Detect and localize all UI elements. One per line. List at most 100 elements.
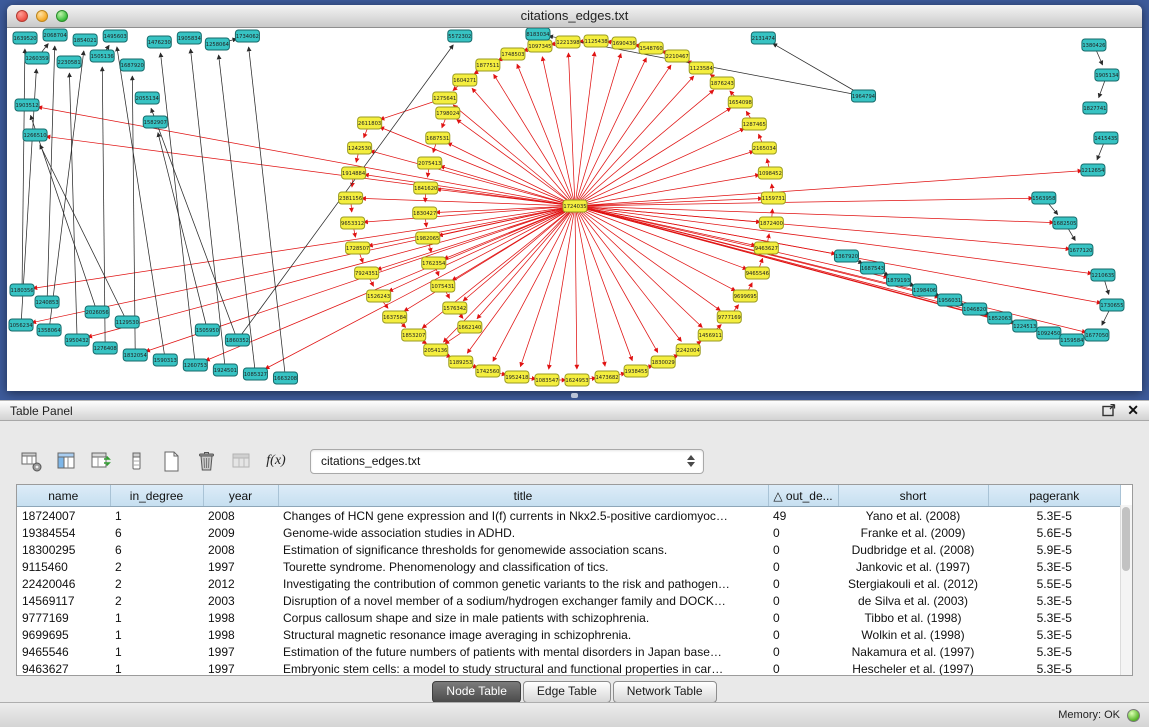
function-builder-button[interactable]: f(x)	[263, 448, 289, 474]
table-cell[interactable]: 0	[768, 609, 838, 626]
table-cell[interactable]: 6	[110, 541, 203, 558]
table-selector[interactable]: citations_edges.txt	[310, 449, 704, 474]
table-row[interactable]: 946554611997Estimation of the future num…	[17, 643, 1121, 660]
table-cell[interactable]: 5.3E-5	[988, 507, 1121, 525]
split-divider-handle[interactable]	[571, 393, 578, 398]
delete-table-button[interactable]	[193, 448, 219, 474]
table-cell[interactable]: 0	[768, 660, 838, 676]
table-cell[interactable]: 2008	[203, 541, 278, 558]
table-row[interactable]: 977716911998Corpus callosum shape and si…	[17, 609, 1121, 626]
table-cell[interactable]: 5.3E-5	[988, 592, 1121, 609]
column-header-short[interactable]: short	[838, 485, 988, 507]
table-cell[interactable]: 5.3E-5	[988, 558, 1121, 575]
table-cell[interactable]: 5.5E-5	[988, 575, 1121, 592]
close-window-button[interactable]	[16, 10, 28, 22]
edit-columns-button[interactable]	[88, 448, 114, 474]
table-cell[interactable]: 1997	[203, 558, 278, 575]
table-scrollbar[interactable]	[1120, 505, 1132, 675]
table-cell[interactable]: 0	[768, 592, 838, 609]
column-button[interactable]	[123, 448, 149, 474]
table-cell[interactable]: 49	[768, 507, 838, 525]
table-cell[interactable]: de Silva et al. (2003)	[838, 592, 988, 609]
table-cell[interactable]: Corpus callosum shape and size in male p…	[278, 609, 768, 626]
column-header-pagerank[interactable]: pagerank	[988, 485, 1121, 507]
table-cell[interactable]: Genome-wide association studies in ADHD.	[278, 524, 768, 541]
table-cell[interactable]: 1	[110, 626, 203, 643]
show-columns-button[interactable]	[53, 448, 79, 474]
table-cell[interactable]: 6	[110, 524, 203, 541]
network-graph[interactable]: 1724035261180312425301914884238115696533…	[7, 28, 1142, 391]
table-cell[interactable]: 9115460	[17, 558, 110, 575]
table-row[interactable]: 911546021997Tourette syndrome. Phenomeno…	[17, 558, 1121, 575]
table-cell[interactable]: 5.3E-5	[988, 609, 1121, 626]
table-cell[interactable]: 1	[110, 643, 203, 660]
table-cell[interactable]: 2	[110, 575, 203, 592]
table-cell[interactable]: 1997	[203, 660, 278, 676]
table-row[interactable]: 969969511998Structural magnetic resonanc…	[17, 626, 1121, 643]
column-header-name[interactable]: name	[17, 485, 110, 507]
table-cell[interactable]: 2012	[203, 575, 278, 592]
table-cell[interactable]: Investigating the contribution of common…	[278, 575, 768, 592]
table-cell[interactable]: 5.3E-5	[988, 643, 1121, 660]
table-cell[interactable]: Estimation of significance thresholds fo…	[278, 541, 768, 558]
import-table-button[interactable]	[228, 448, 254, 474]
table-cell[interactable]: 0	[768, 541, 838, 558]
table-cell[interactable]: Tourette syndrome. Phenomenology and cla…	[278, 558, 768, 575]
table-cell[interactable]: 0	[768, 626, 838, 643]
table-row[interactable]: 1938455462009Genome-wide association stu…	[17, 524, 1121, 541]
table-cell[interactable]: 9465546	[17, 643, 110, 660]
table-cell[interactable]: 1	[110, 660, 203, 676]
table-cell[interactable]: 18724007	[17, 507, 110, 525]
table-cell[interactable]: Structural magnetic resonance image aver…	[278, 626, 768, 643]
table-row[interactable]: 1456911722003Disruption of a novel membe…	[17, 592, 1121, 609]
zoom-window-button[interactable]	[56, 10, 68, 22]
table-cell[interactable]: 1998	[203, 609, 278, 626]
table-cell[interactable]: 0	[768, 558, 838, 575]
table-cell[interactable]: 1997	[203, 643, 278, 660]
table-cell[interactable]: 22420046	[17, 575, 110, 592]
table-cell[interactable]: Embryonic stem cells: a model to study s…	[278, 660, 768, 676]
table-cell[interactable]: 9777169	[17, 609, 110, 626]
table-cell[interactable]: Wolkin et al. (1998)	[838, 626, 988, 643]
table-cell[interactable]: 0	[768, 524, 838, 541]
table-cell[interactable]: 19384554	[17, 524, 110, 541]
float-panel-icon[interactable]	[1102, 404, 1116, 417]
table-cell[interactable]: 5.9E-5	[988, 541, 1121, 558]
table-cell[interactable]: 2009	[203, 524, 278, 541]
table-cell[interactable]: Hescheler et al. (1997)	[838, 660, 988, 676]
table-cell[interactable]: 5.3E-5	[988, 660, 1121, 676]
table-cell[interactable]: Yano et al. (2008)	[838, 507, 988, 525]
table-cell[interactable]: 2	[110, 592, 203, 609]
table-cell[interactable]: Changes of HCN gene expression and I(f) …	[278, 507, 768, 525]
table-row[interactable]: 946362711997Embryonic stem cells: a mode…	[17, 660, 1121, 676]
table-cell[interactable]: 1	[110, 609, 203, 626]
table-cell[interactable]: 5.3E-5	[988, 626, 1121, 643]
column-header-in_degree[interactable]: in_degree	[110, 485, 203, 507]
minimize-window-button[interactable]	[36, 10, 48, 22]
table-cell[interactable]: 1998	[203, 626, 278, 643]
column-header-out_de[interactable]: △ out_de...	[768, 485, 838, 507]
table-cell[interactable]: 0	[768, 575, 838, 592]
table-row[interactable]: 2242004622012Investigating the contribut…	[17, 575, 1121, 592]
tab-edge-table[interactable]: Edge Table	[523, 681, 611, 703]
table-cell[interactable]: Estimation of the future numbers of pati…	[278, 643, 768, 660]
create-table-button[interactable]	[158, 448, 184, 474]
table-cell[interactable]: 2008	[203, 507, 278, 525]
table-cell[interactable]: 1	[110, 507, 203, 525]
table-cell[interactable]: 18300295	[17, 541, 110, 558]
tab-node-table[interactable]: Node Table	[432, 681, 521, 703]
table-mode-button[interactable]	[18, 448, 44, 474]
table-cell[interactable]: Franke et al. (2009)	[838, 524, 988, 541]
table-cell[interactable]: 9463627	[17, 660, 110, 676]
table-scrollbar-thumb[interactable]	[1122, 507, 1130, 571]
network-window-titlebar[interactable]: citations_edges.txt	[7, 5, 1142, 28]
table-cell[interactable]: Dudbridge et al. (2008)	[838, 541, 988, 558]
table-cell[interactable]: 14569117	[17, 592, 110, 609]
table-cell[interactable]: 2	[110, 558, 203, 575]
close-panel-icon[interactable]: ✕	[1127, 401, 1139, 420]
column-header-title[interactable]: title	[278, 485, 768, 507]
table-cell[interactable]: Disruption of a novel member of a sodium…	[278, 592, 768, 609]
table-cell[interactable]: Nakamura et al. (1997)	[838, 643, 988, 660]
table-row[interactable]: 1830029562008Estimation of significance …	[17, 541, 1121, 558]
table-cell[interactable]: Tibbo et al. (1998)	[838, 609, 988, 626]
